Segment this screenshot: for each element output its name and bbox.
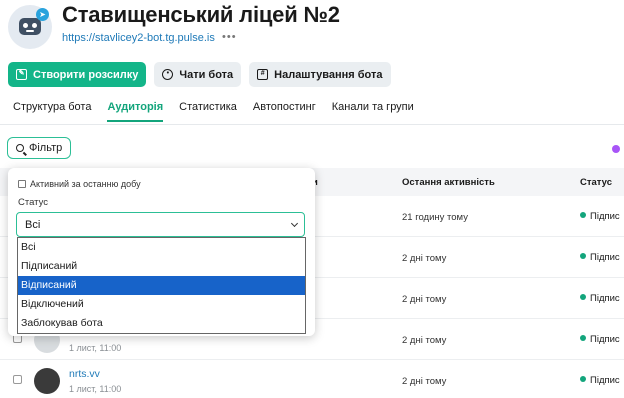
bot-settings-label: Налаштування бота — [274, 68, 383, 81]
status-dot-icon — [580, 212, 586, 218]
row-user-subtitle: 1 лист, 11:00 — [69, 343, 122, 353]
tabs-divider — [0, 124, 624, 125]
bot-avatar: ➤ — [8, 5, 52, 49]
tab-statistics[interactable]: Статистика — [179, 101, 237, 122]
filter-button-label: Фільтр — [29, 142, 63, 154]
avatar — [34, 368, 60, 394]
row-checkbox[interactable] — [13, 375, 22, 384]
create-broadcast-label: Створити розсилку — [33, 68, 139, 81]
row-status: Підпис — [580, 211, 620, 222]
status-option-disconnected[interactable]: Відключений — [18, 295, 305, 314]
column-header-status: Статус — [580, 177, 613, 188]
filter-button[interactable]: Фільтр — [7, 137, 72, 159]
row-status-label: Підпис — [590, 211, 620, 222]
settings-icon: # — [257, 69, 269, 80]
status-dot-icon — [580, 253, 586, 259]
page-title: Ставищенський ліцей №2 — [62, 2, 340, 27]
status-dot-icon — [580, 294, 586, 300]
create-broadcast-button[interactable]: ✎ Створити розсилку — [8, 62, 147, 87]
bot-chats-button[interactable]: • Чати бота — [154, 62, 242, 87]
status-select-value: Всі — [25, 219, 41, 231]
row-last-activity: 2 дні тому — [402, 294, 447, 305]
telegram-icon: ➤ — [36, 8, 49, 21]
status-option-all[interactable]: Всі — [18, 238, 305, 257]
search-icon — [16, 144, 24, 152]
edit-icon: ✎ — [16, 69, 27, 80]
row-status: Підпис — [580, 293, 620, 304]
row-status-label: Підпис — [590, 375, 620, 386]
column-header-last-activity: Остання активність — [402, 177, 495, 188]
row-status-label: Підпис — [590, 334, 620, 345]
tab-bot-structure[interactable]: Структура бота — [13, 101, 91, 122]
bot-chats-label: Чати бота — [179, 68, 234, 81]
row-status: Підпис — [580, 252, 620, 263]
tab-audience[interactable]: Аудиторія — [107, 101, 164, 122]
status-dot-icon — [580, 335, 586, 341]
active-day-label: Активний за останню добу — [30, 179, 141, 189]
checkbox-box[interactable] — [18, 180, 26, 188]
status-label: Статус — [18, 197, 49, 208]
row-last-activity: 21 годину тому — [402, 212, 468, 223]
status-dropdown: Всі Підписаний Відписаний Відключений За… — [17, 237, 306, 334]
tab-channels-groups[interactable]: Канали та групи — [332, 101, 414, 122]
tab-autoposting[interactable]: Автопостинг — [253, 101, 316, 122]
status-option-unsubscribed[interactable]: Відписаний — [18, 276, 305, 295]
action-bar: ✎ Створити розсилку • Чати бота # Налашт… — [8, 62, 391, 87]
chat-icon: • — [162, 69, 174, 80]
table-row[interactable]: nrts.vv 1 лист, 11:00 2 дні тому Підпис — [0, 360, 624, 398]
row-status: Підпис — [580, 375, 620, 386]
row-user-subtitle: 1 лист, 11:00 — [69, 384, 122, 394]
row-user-name[interactable]: nrts.vv — [69, 368, 100, 380]
row-last-activity: 2 дні тому — [402, 335, 447, 346]
active-day-checkbox[interactable]: Активний за останню добу — [18, 179, 141, 189]
more-options-icon[interactable]: ••• — [222, 31, 237, 43]
chevron-down-icon — [290, 219, 299, 228]
status-option-blocked[interactable]: Заблокував бота — [18, 314, 305, 333]
bot-url-link[interactable]: https://stavlicey2-bot.tg.pulse.is — [62, 32, 215, 44]
row-status: Підпис — [580, 334, 620, 345]
row-last-activity: 2 дні тому — [402, 253, 447, 264]
row-last-activity: 2 дні тому — [402, 376, 447, 387]
status-option-subscribed[interactable]: Підписаний — [18, 257, 305, 276]
purple-dot-icon[interactable] — [612, 145, 620, 153]
tab-bar: Структура бота Аудиторія Статистика Авто… — [13, 101, 414, 122]
bot-settings-button[interactable]: # Налаштування бота — [249, 62, 391, 87]
row-status-label: Підпис — [590, 252, 620, 263]
row-status-label: Підпис — [590, 293, 620, 304]
robot-icon — [19, 18, 41, 35]
status-dot-icon — [580, 376, 586, 382]
status-select[interactable]: Всі — [16, 212, 305, 237]
page-header: ➤ Ставищенський ліцей №2 https://stavlic… — [0, 0, 624, 56]
